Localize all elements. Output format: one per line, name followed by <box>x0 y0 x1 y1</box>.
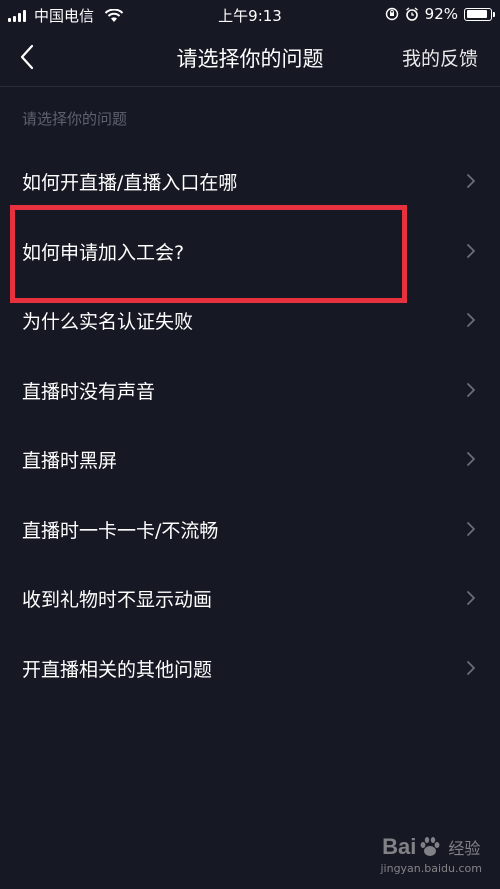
question-label: 直播时黑屏 <box>22 450 118 472</box>
question-label: 如何开直播/直播入口在哪 <box>22 172 238 194</box>
battery-fill <box>466 10 487 18</box>
chevron-right-icon <box>467 452 475 466</box>
question-item[interactable]: 直播时没有声音 <box>0 355 500 425</box>
orientation-lock-icon <box>385 7 398 21</box>
battery-icon <box>464 7 495 21</box>
watermark-url: jingyan.baidu.com <box>380 862 482 875</box>
chevron-right-icon <box>467 521 475 536</box>
baidu-jingyan-watermark: Bai 经验 jingyan.baidu.com <box>380 834 482 875</box>
status-right: 92% <box>385 5 495 23</box>
question-label: 直播时没有声音 <box>22 380 156 403</box>
my-feedback-button[interactable]: 我的反馈 <box>402 44 478 71</box>
status-bar: 中国电信 上午9:13 92% <box>0 0 500 30</box>
chevron-right-icon <box>467 382 475 397</box>
question-label: 直播时一卡一卡/不流畅 <box>22 519 219 542</box>
chevron-right-icon <box>467 243 475 258</box>
chevron-right-icon <box>467 313 475 327</box>
question-item[interactable]: 开直播相关的其他问题 <box>0 633 500 703</box>
question-item[interactable]: 直播时黑屏 <box>0 424 500 494</box>
nav-bar: 请选择你的问题 我的反馈 <box>0 30 500 87</box>
chevron-right-icon <box>467 660 475 675</box>
alarm-icon <box>405 7 418 21</box>
paw-icon <box>420 837 440 856</box>
question-item[interactable]: 直播时一卡一卡/不流畅 <box>0 494 500 564</box>
section-header: 请选择你的问题 <box>22 110 128 128</box>
watermark-brand-suffix: 经验 <box>448 839 481 858</box>
chevron-right-icon <box>467 174 475 188</box>
chevron-right-icon <box>467 591 475 605</box>
highlight-annotation <box>10 205 407 303</box>
question-label: 收到礼物时不显示动画 <box>22 589 213 611</box>
question-label: 开直播相关的其他问题 <box>22 658 213 681</box>
battery-percent: 92% <box>424 5 458 23</box>
watermark-brand: Bai <box>382 834 417 859</box>
question-label: 为什么实名认证失败 <box>22 311 194 333</box>
question-item[interactable]: 收到礼物时不显示动画 <box>0 563 500 633</box>
